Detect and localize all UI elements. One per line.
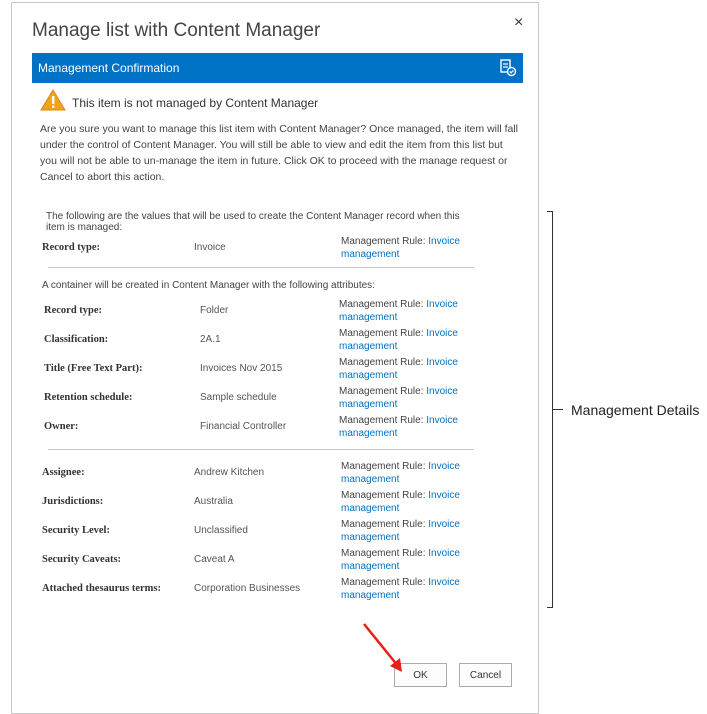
field-label: Security Caveats: <box>42 554 122 565</box>
attribute-row: Assignee: Andrew Kitchen Management Rule… <box>12 460 540 491</box>
warning-icon <box>40 89 66 116</box>
field-value: Unclassified <box>194 525 248 536</box>
rule-prefix: Management Rule: <box>341 236 426 247</box>
field-value: 2A.1 <box>200 334 221 345</box>
rule-prefix: Management Rule: <box>339 415 424 426</box>
management-rule: Management Rule: Invoice management <box>339 298 469 324</box>
field-value: Invoice <box>194 242 226 253</box>
field-value: Sample schedule <box>200 392 277 403</box>
attribute-row: Jurisdictions: Australia Management Rule… <box>12 489 540 520</box>
divider <box>48 267 474 268</box>
management-rule: Management Rule: Invoice management <box>339 414 469 440</box>
confirmation-message: Are you sure you want to manage this lis… <box>40 123 518 183</box>
field-label: Assignee: <box>42 467 85 478</box>
field-value: Caveat A <box>194 554 235 565</box>
management-rule: Management Rule: Invoice management <box>339 327 469 353</box>
management-rule: Management Rule: Invoice management <box>341 576 471 602</box>
attribute-row: Attached thesaurus terms: Corporation Bu… <box>12 576 540 607</box>
rule-prefix: Management Rule: <box>341 490 426 501</box>
warning-text: This item is not managed by Content Mana… <box>72 96 319 110</box>
manage-dialog: Manage list with Content Manager × Manag… <box>11 2 539 714</box>
rule-prefix: Management Rule: <box>341 519 426 530</box>
field-label: Record type: <box>44 305 103 316</box>
records-icon <box>499 59 517 82</box>
field-label: Attached thesaurus terms: <box>42 583 161 594</box>
field-label: Classification: <box>44 334 109 345</box>
field-value: Folder <box>200 305 229 316</box>
dialog-title: Manage list with Content Manager <box>32 20 321 41</box>
cancel-button[interactable]: Cancel <box>459 663 512 687</box>
rule-prefix: Management Rule: <box>341 548 426 559</box>
rule-prefix: Management Rule: <box>339 299 424 310</box>
field-value: Australia <box>194 496 233 507</box>
container-row: Owner: Financial Controller Management R… <box>12 414 540 445</box>
management-rule: Management Rule: Invoice management <box>339 385 469 411</box>
management-rule: Management Rule: Invoice management <box>341 518 471 544</box>
management-details-callout: Management Details <box>571 402 700 418</box>
field-value: Corporation Businesses <box>194 583 301 594</box>
field-value: Financial Controller <box>200 421 287 432</box>
management-rule: Management Rule: Invoice management <box>339 356 469 382</box>
management-rule: Management Rule: Invoice management <box>341 489 471 515</box>
rule-prefix: Management Rule: <box>341 577 426 588</box>
management-rule: Management Rule: Invoice management <box>341 547 471 573</box>
attribute-row: Security Caveats: Caveat A Management Ru… <box>12 547 540 578</box>
container-row: Record type: Folder Management Rule: Inv… <box>12 298 540 329</box>
container-row: Title (Free Text Part): Invoices Nov 201… <box>12 356 540 387</box>
record-intro: The following are the values that will b… <box>46 211 460 233</box>
field-value: Invoices Nov 2015 <box>200 363 283 374</box>
attribute-row: Security Level: Unclassified Management … <box>12 518 540 549</box>
field-label: Security Level: <box>42 525 110 536</box>
field-label: Owner: <box>44 421 79 432</box>
close-icon[interactable]: × <box>514 14 523 32</box>
record-row: Record type: Invoice Management Rule: In… <box>12 235 540 266</box>
container-row: Retention schedule: Sample schedule Mana… <box>12 385 540 416</box>
rule-prefix: Management Rule: <box>339 386 424 397</box>
confirmation-banner: Management Confirmation <box>32 53 523 83</box>
red-arrow-icon <box>358 620 408 681</box>
rule-prefix: Management Rule: <box>341 461 426 472</box>
container-row: Classification: 2A.1 Management Rule: In… <box>12 327 540 358</box>
container-intro: A container will be created in Content M… <box>42 280 375 291</box>
field-label: Record type: <box>42 242 101 253</box>
management-rule: Management Rule: Invoice management <box>341 460 471 486</box>
field-label: Retention schedule: <box>44 392 133 403</box>
field-label: Jurisdictions: <box>42 496 104 507</box>
management-rule: Management Rule: Invoice management <box>341 235 471 261</box>
divider <box>48 449 474 450</box>
banner-title: Management Confirmation <box>38 61 180 75</box>
rule-prefix: Management Rule: <box>339 357 424 368</box>
rule-prefix: Management Rule: <box>339 328 424 339</box>
field-value: Andrew Kitchen <box>194 467 265 478</box>
field-label: Title (Free Text Part): <box>44 363 143 374</box>
bracket-tick <box>553 409 563 410</box>
